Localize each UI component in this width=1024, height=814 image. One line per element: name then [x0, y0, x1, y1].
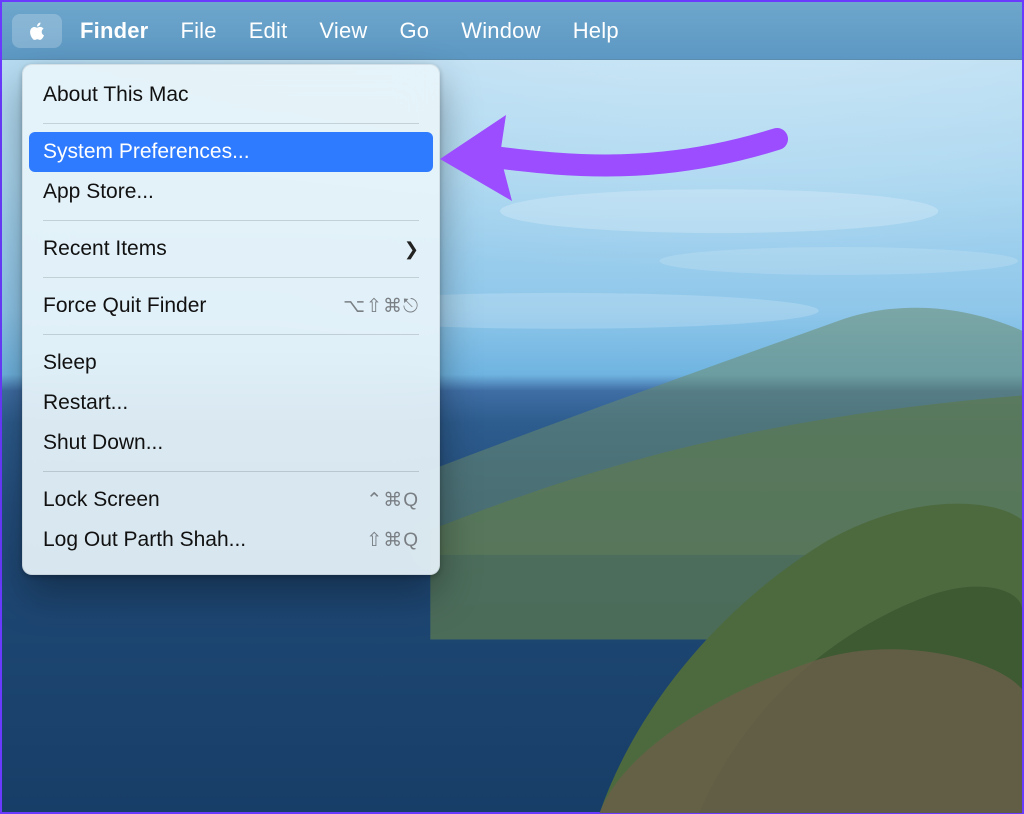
- apple-menu-button[interactable]: [12, 14, 62, 48]
- menu-item-lock-screen[interactable]: Lock Screen ⌃⌘Q: [23, 480, 439, 520]
- menu-item-app-store[interactable]: App Store...: [23, 172, 439, 212]
- menubar-app-name[interactable]: Finder: [66, 12, 162, 50]
- menu-item-label: Log Out Parth Shah...: [43, 528, 246, 552]
- apple-logo-icon: [24, 18, 50, 44]
- menubar-item-help[interactable]: Help: [559, 12, 633, 50]
- menu-item-shortcut: ⌥⇧⌘⎋: [343, 295, 419, 318]
- chevron-right-icon: ❯: [404, 239, 419, 260]
- menu-item-label: Recent Items: [43, 237, 167, 261]
- menu-separator: [43, 471, 419, 472]
- menu-item-sleep[interactable]: Sleep: [23, 343, 439, 383]
- menu-separator: [43, 277, 419, 278]
- menu-item-label: System Preferences...: [43, 140, 250, 164]
- menu-separator: [43, 123, 419, 124]
- menu-separator: [43, 220, 419, 221]
- menu-item-shut-down[interactable]: Shut Down...: [23, 423, 439, 463]
- menubar-item-file[interactable]: File: [166, 12, 230, 50]
- menubar-item-window[interactable]: Window: [447, 12, 554, 50]
- menu-item-system-preferences[interactable]: System Preferences...: [29, 132, 433, 172]
- menu-item-shortcut: ⌃⌘Q: [366, 489, 419, 512]
- menubar-item-go[interactable]: Go: [386, 12, 444, 50]
- menubar-item-edit[interactable]: Edit: [235, 12, 302, 50]
- menu-item-label: Shut Down...: [43, 431, 163, 455]
- menu-item-label: About This Mac: [43, 83, 189, 107]
- menu-item-about-this-mac[interactable]: About This Mac: [23, 75, 439, 115]
- menu-item-label: Sleep: [43, 351, 97, 375]
- menu-item-label: Lock Screen: [43, 488, 160, 512]
- menu-item-label: Restart...: [43, 391, 128, 415]
- menu-item-recent-items[interactable]: Recent Items ❯: [23, 229, 439, 269]
- apple-menu-dropdown: About This Mac System Preferences... App…: [22, 64, 440, 575]
- menu-item-label: App Store...: [43, 180, 154, 204]
- menu-item-force-quit[interactable]: Force Quit Finder ⌥⇧⌘⎋: [23, 286, 439, 326]
- menu-item-restart[interactable]: Restart...: [23, 383, 439, 423]
- menubar-item-view[interactable]: View: [305, 12, 381, 50]
- menu-bar: Finder File Edit View Go Window Help: [2, 2, 1022, 60]
- menu-item-log-out[interactable]: Log Out Parth Shah... ⇧⌘Q: [23, 520, 439, 560]
- menu-item-shortcut: ⇧⌘Q: [366, 529, 419, 552]
- menu-separator: [43, 334, 419, 335]
- menu-item-label: Force Quit Finder: [43, 294, 206, 318]
